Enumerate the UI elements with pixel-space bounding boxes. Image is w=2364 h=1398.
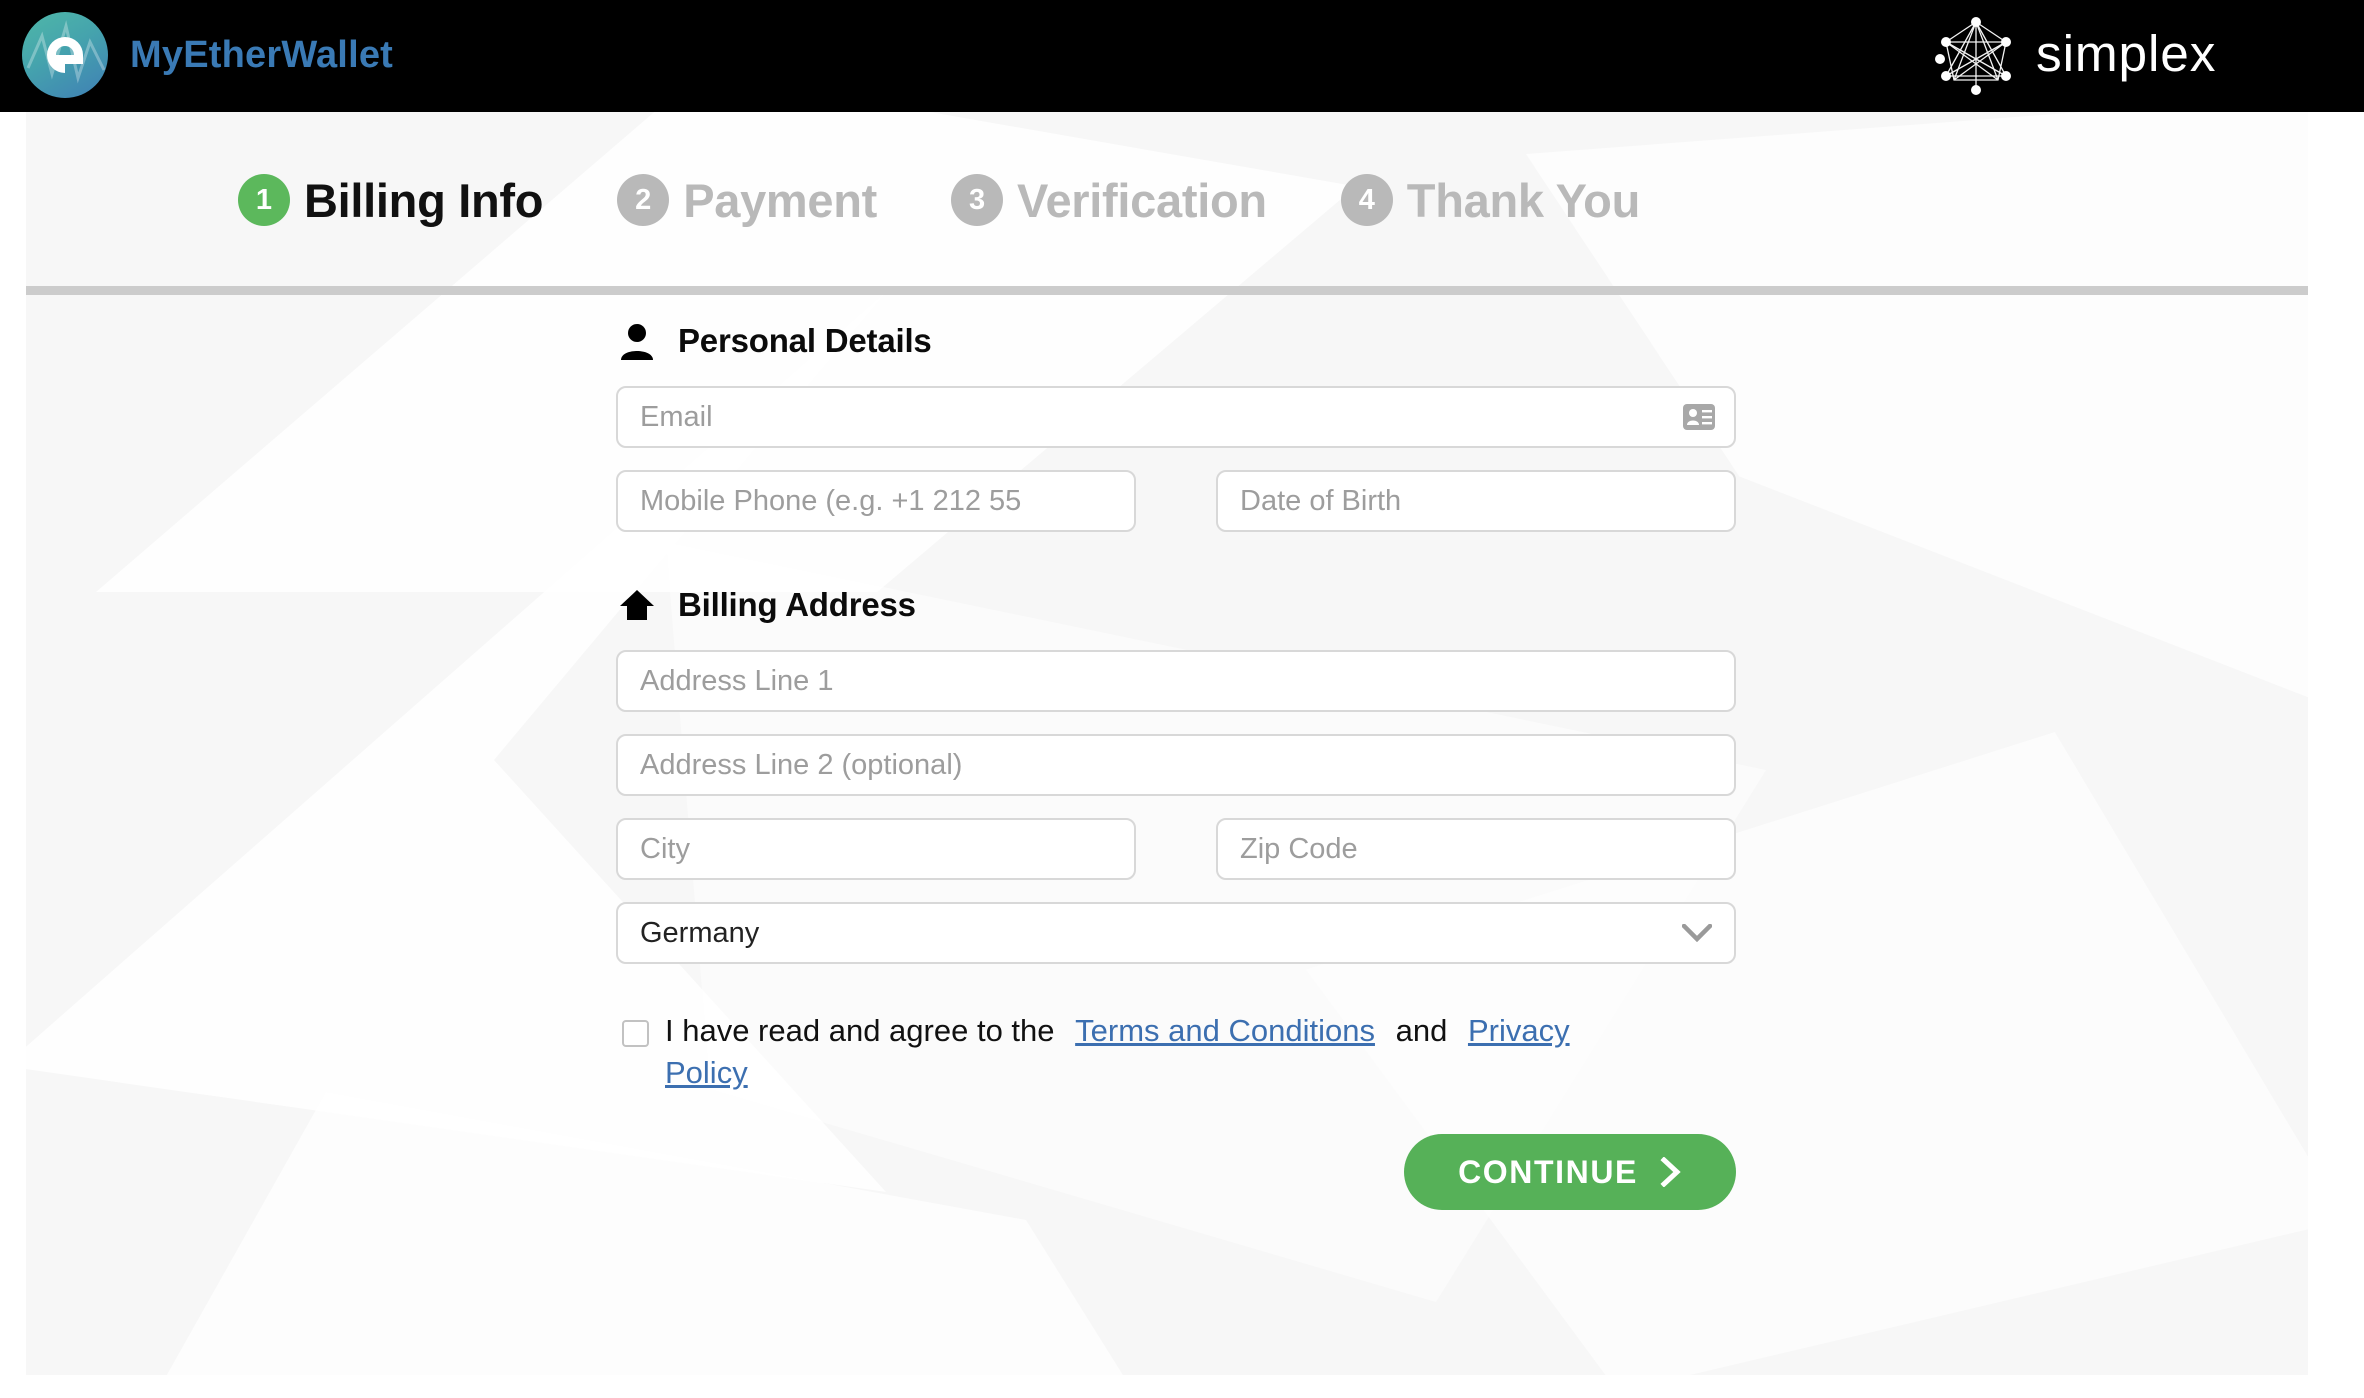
mew-logo-icon [22, 12, 108, 98]
country-select[interactable]: Germany [616, 902, 1736, 964]
zip-code-field[interactable]: Zip Code [1216, 818, 1736, 880]
brand-name: MyEtherWallet [130, 33, 394, 76]
step-number-badge: 1 [238, 174, 290, 226]
brand-logo[interactable]: MyEtherWallet [22, 12, 393, 98]
person-icon [621, 324, 653, 360]
mobile-phone-field[interactable]: Mobile Phone (e.g. +1 212 55 [616, 470, 1136, 532]
section-title: Personal Details [678, 322, 932, 359]
checkout-stepper: 1 Billing Info 2 Payment 3 Verification … [26, 112, 2308, 288]
step-label: Billing Info [304, 173, 544, 227]
stepper-divider [26, 286, 2308, 295]
step-verification[interactable]: 3 Verification [951, 173, 1267, 228]
submit-row: CONTINUE [616, 1134, 1736, 1211]
address-line-1-placeholder: Address Line 1 [640, 664, 834, 697]
zip-code-placeholder: Zip Code [1240, 832, 1358, 865]
email-row: Email [616, 386, 1736, 448]
billing-address-heading: Billing Address [620, 586, 1736, 624]
step-thank-you[interactable]: 4 Thank You [1340, 173, 1641, 228]
address-line-2-placeholder: Address Line 2 (optional) [640, 748, 963, 781]
step-number-badge: 4 [1340, 174, 1393, 226]
phone-dob-row: Mobile Phone (e.g. +1 212 55 Date of Bir… [616, 470, 1736, 532]
terms-text-middle: and [1395, 1013, 1448, 1048]
chevron-right-icon [1660, 1157, 1681, 1188]
contact-card-icon[interactable] [1682, 403, 1716, 431]
date-of-birth-placeholder: Date of Birth [1240, 484, 1402, 517]
country-selected-value: Germany [640, 916, 760, 949]
page-body: 1 Billing Info 2 Payment 3 Verification … [0, 112, 2364, 1398]
city-placeholder: City [640, 832, 690, 865]
terms-text: I have read and agree to the Terms and C… [665, 1010, 1642, 1094]
terms-text-before: I have read and agree to the [665, 1013, 1055, 1048]
simplex-network-icon [1934, 17, 2011, 95]
step-billing-info[interactable]: 1 Billing Info [238, 173, 543, 228]
step-label: Payment [683, 173, 878, 227]
email-placeholder: Email [640, 400, 713, 433]
content-panel: 1 Billing Info 2 Payment 3 Verification … [26, 112, 2308, 1375]
terms-and-conditions-link[interactable]: Terms and Conditions [1075, 1013, 1375, 1048]
terms-agreement: I have read and agree to the Terms and C… [622, 1010, 1642, 1094]
top-header-bar: MyEtherWallet simplex [0, 0, 2364, 112]
partner-name: simplex [2036, 25, 2216, 82]
personal-details-heading: Personal Details [620, 322, 1736, 360]
email-field[interactable]: Email [616, 386, 1736, 448]
svg-text:simplex: simplex [2036, 25, 2216, 82]
home-icon [620, 590, 654, 620]
country-row: Germany [616, 902, 1736, 964]
partner-logo: simplex [1934, 14, 2328, 98]
address-line-2-row: Address Line 2 (optional) [616, 734, 1736, 796]
address-line-1-field[interactable]: Address Line 1 [616, 650, 1736, 712]
step-label: Thank You [1406, 173, 1641, 227]
terms-checkbox[interactable] [622, 1020, 649, 1047]
address-line-2-field[interactable]: Address Line 2 (optional) [616, 734, 1736, 796]
step-number-badge: 3 [951, 174, 1004, 226]
continue-button-label: CONTINUE [1458, 1153, 1638, 1190]
step-payment[interactable]: 2 Payment [617, 173, 877, 228]
chevron-down-icon[interactable] [1682, 924, 1712, 942]
mobile-phone-placeholder: Mobile Phone (e.g. +1 212 55 [640, 484, 1022, 517]
section-title: Billing Address [678, 586, 916, 623]
address-line-1-row: Address Line 1 [616, 650, 1736, 712]
step-number-badge: 2 [617, 174, 670, 226]
city-field[interactable]: City [616, 818, 1136, 880]
city-zip-row: City Zip Code [616, 818, 1736, 880]
billing-form: Personal Details Email Mobile Phone (e.g… [616, 322, 1736, 1211]
step-label: Verification [1017, 173, 1267, 227]
continue-button[interactable]: CONTINUE [1404, 1134, 1736, 1211]
date-of-birth-field[interactable]: Date of Birth [1216, 470, 1736, 532]
